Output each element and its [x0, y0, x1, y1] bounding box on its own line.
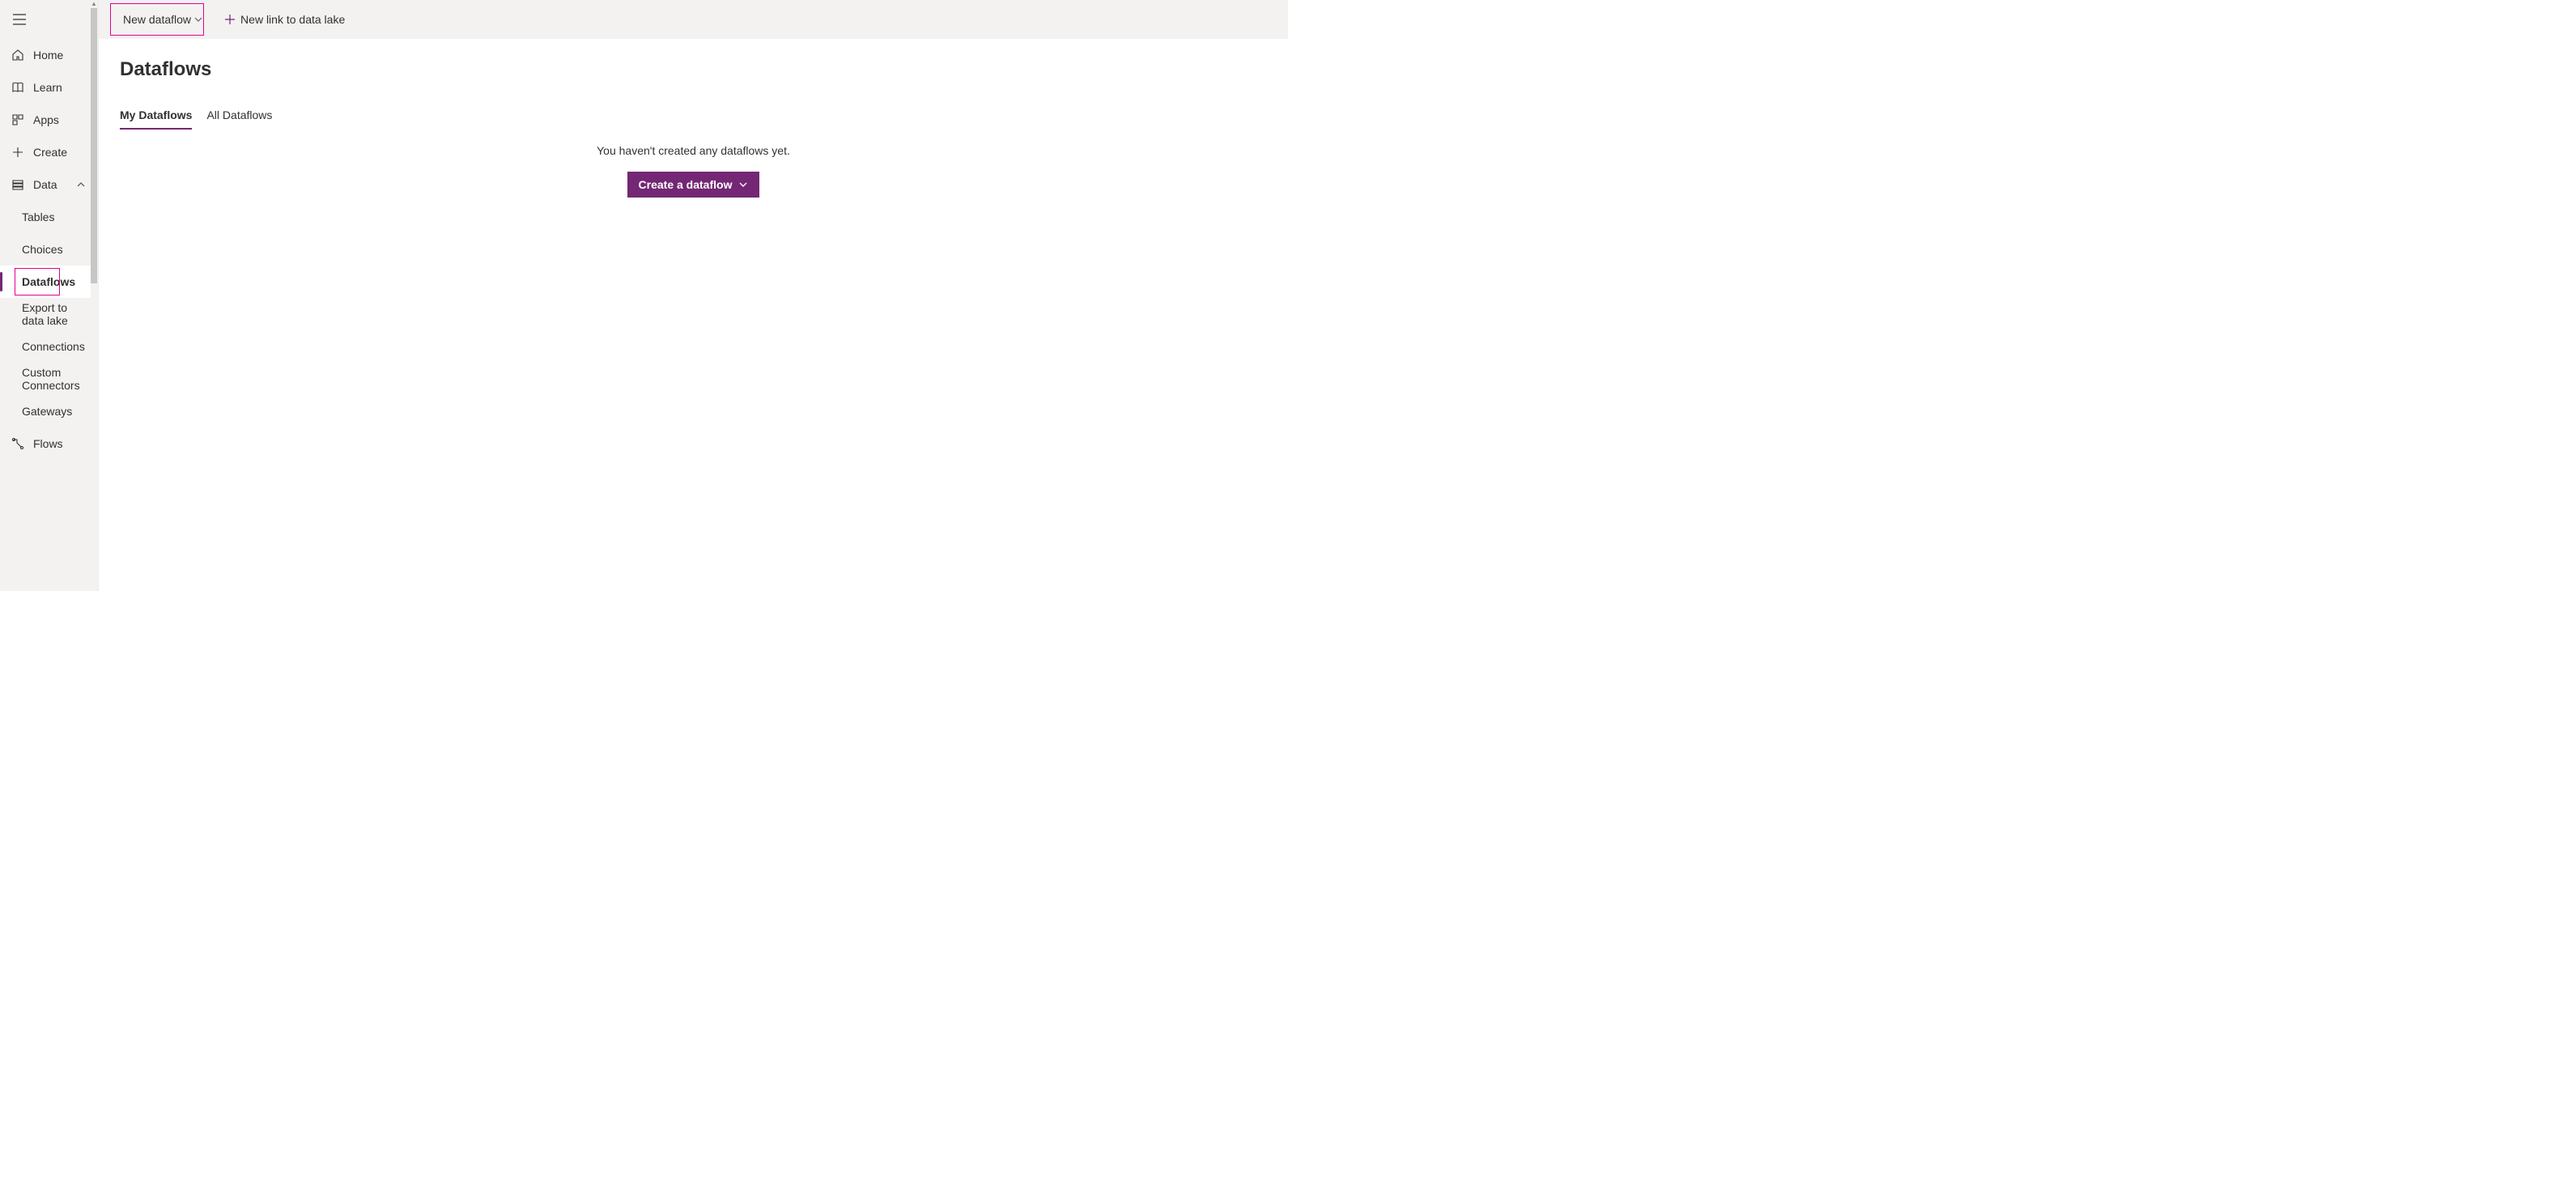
sidebar-scrollbar[interactable]: ▲	[91, 0, 97, 591]
page-title: Dataflows	[120, 58, 1267, 81]
sidebar-item-apps[interactable]: Apps	[0, 104, 91, 136]
home-icon	[11, 49, 24, 62]
chevron-up-icon	[75, 179, 87, 190]
sidebar-item-label: Learn	[33, 81, 62, 94]
tab-my-dataflows[interactable]: My Dataflows	[120, 108, 192, 130]
sidebar-item-connections[interactable]: Connections	[0, 330, 91, 363]
sidebar-item-label: Connections	[22, 340, 85, 353]
sidebar-item-choices[interactable]: Choices	[0, 233, 91, 266]
active-indicator	[0, 272, 2, 291]
scroll-up-icon: ▲	[91, 0, 97, 6]
plus-icon	[224, 14, 236, 25]
sidebar-item-label: Export to data lake	[22, 301, 91, 327]
create-dataflow-button[interactable]: Create a dataflow	[627, 172, 760, 198]
new-link-data-lake-button[interactable]: New link to data lake	[218, 5, 351, 34]
new-dataflow-button[interactable]: New dataflow	[117, 5, 210, 34]
sidebar-item-label: Dataflows	[22, 275, 75, 288]
sidebar-item-label: Custom Connectors	[22, 366, 91, 392]
empty-state-text: You haven't created any dataflows yet.	[120, 144, 1267, 157]
create-dataflow-label: Create a dataflow	[639, 178, 733, 191]
sidebar-item-label: Apps	[33, 113, 59, 126]
sidebar-item-dataflows[interactable]: Dataflows	[0, 266, 91, 298]
new-link-label: New link to data lake	[240, 13, 345, 26]
sidebar-item-custom-connectors[interactable]: Custom Connectors	[0, 363, 91, 395]
sidebar-item-export-data-lake[interactable]: Export to data lake	[0, 298, 91, 330]
sidebar-item-flows[interactable]: Flows	[0, 427, 91, 460]
sidebar-item-label: Data	[33, 178, 57, 191]
book-icon	[11, 81, 24, 94]
command-bar: New dataflow New link to data lake	[99, 0, 1288, 39]
sidebar-item-label: Home	[33, 49, 63, 62]
new-dataflow-label: New dataflow	[123, 13, 191, 26]
sidebar: Home Learn Apps	[0, 3, 91, 594]
sidebar-item-label: Gateways	[22, 405, 72, 418]
tabs: My Dataflows All Dataflows	[120, 108, 1267, 130]
hamburger-button[interactable]	[3, 3, 36, 36]
sidebar-item-learn[interactable]: Learn	[0, 71, 91, 104]
sidebar-item-create[interactable]: Create	[0, 136, 91, 168]
sidebar-item-label: Tables	[22, 210, 54, 223]
empty-state: You haven't created any dataflows yet. C…	[120, 144, 1267, 198]
tab-all-dataflows[interactable]: All Dataflows	[206, 108, 272, 130]
sidebar-item-label: Flows	[33, 437, 63, 450]
sidebar-item-data[interactable]: Data	[0, 168, 91, 201]
plus-icon	[11, 146, 24, 159]
data-icon	[11, 178, 24, 191]
chevron-down-icon	[193, 15, 203, 24]
sidebar-item-home[interactable]: Home	[0, 39, 91, 71]
apps-icon	[11, 113, 24, 126]
sidebar-item-gateways[interactable]: Gateways	[0, 395, 91, 427]
sidebar-item-tables[interactable]: Tables	[0, 201, 91, 233]
hamburger-icon	[13, 14, 26, 25]
flows-icon	[11, 437, 24, 450]
scrollbar-thumb[interactable]	[91, 8, 97, 283]
sidebar-item-label: Create	[33, 146, 67, 159]
sidebar-item-label: Choices	[22, 243, 63, 256]
chevron-down-icon	[738, 180, 748, 189]
